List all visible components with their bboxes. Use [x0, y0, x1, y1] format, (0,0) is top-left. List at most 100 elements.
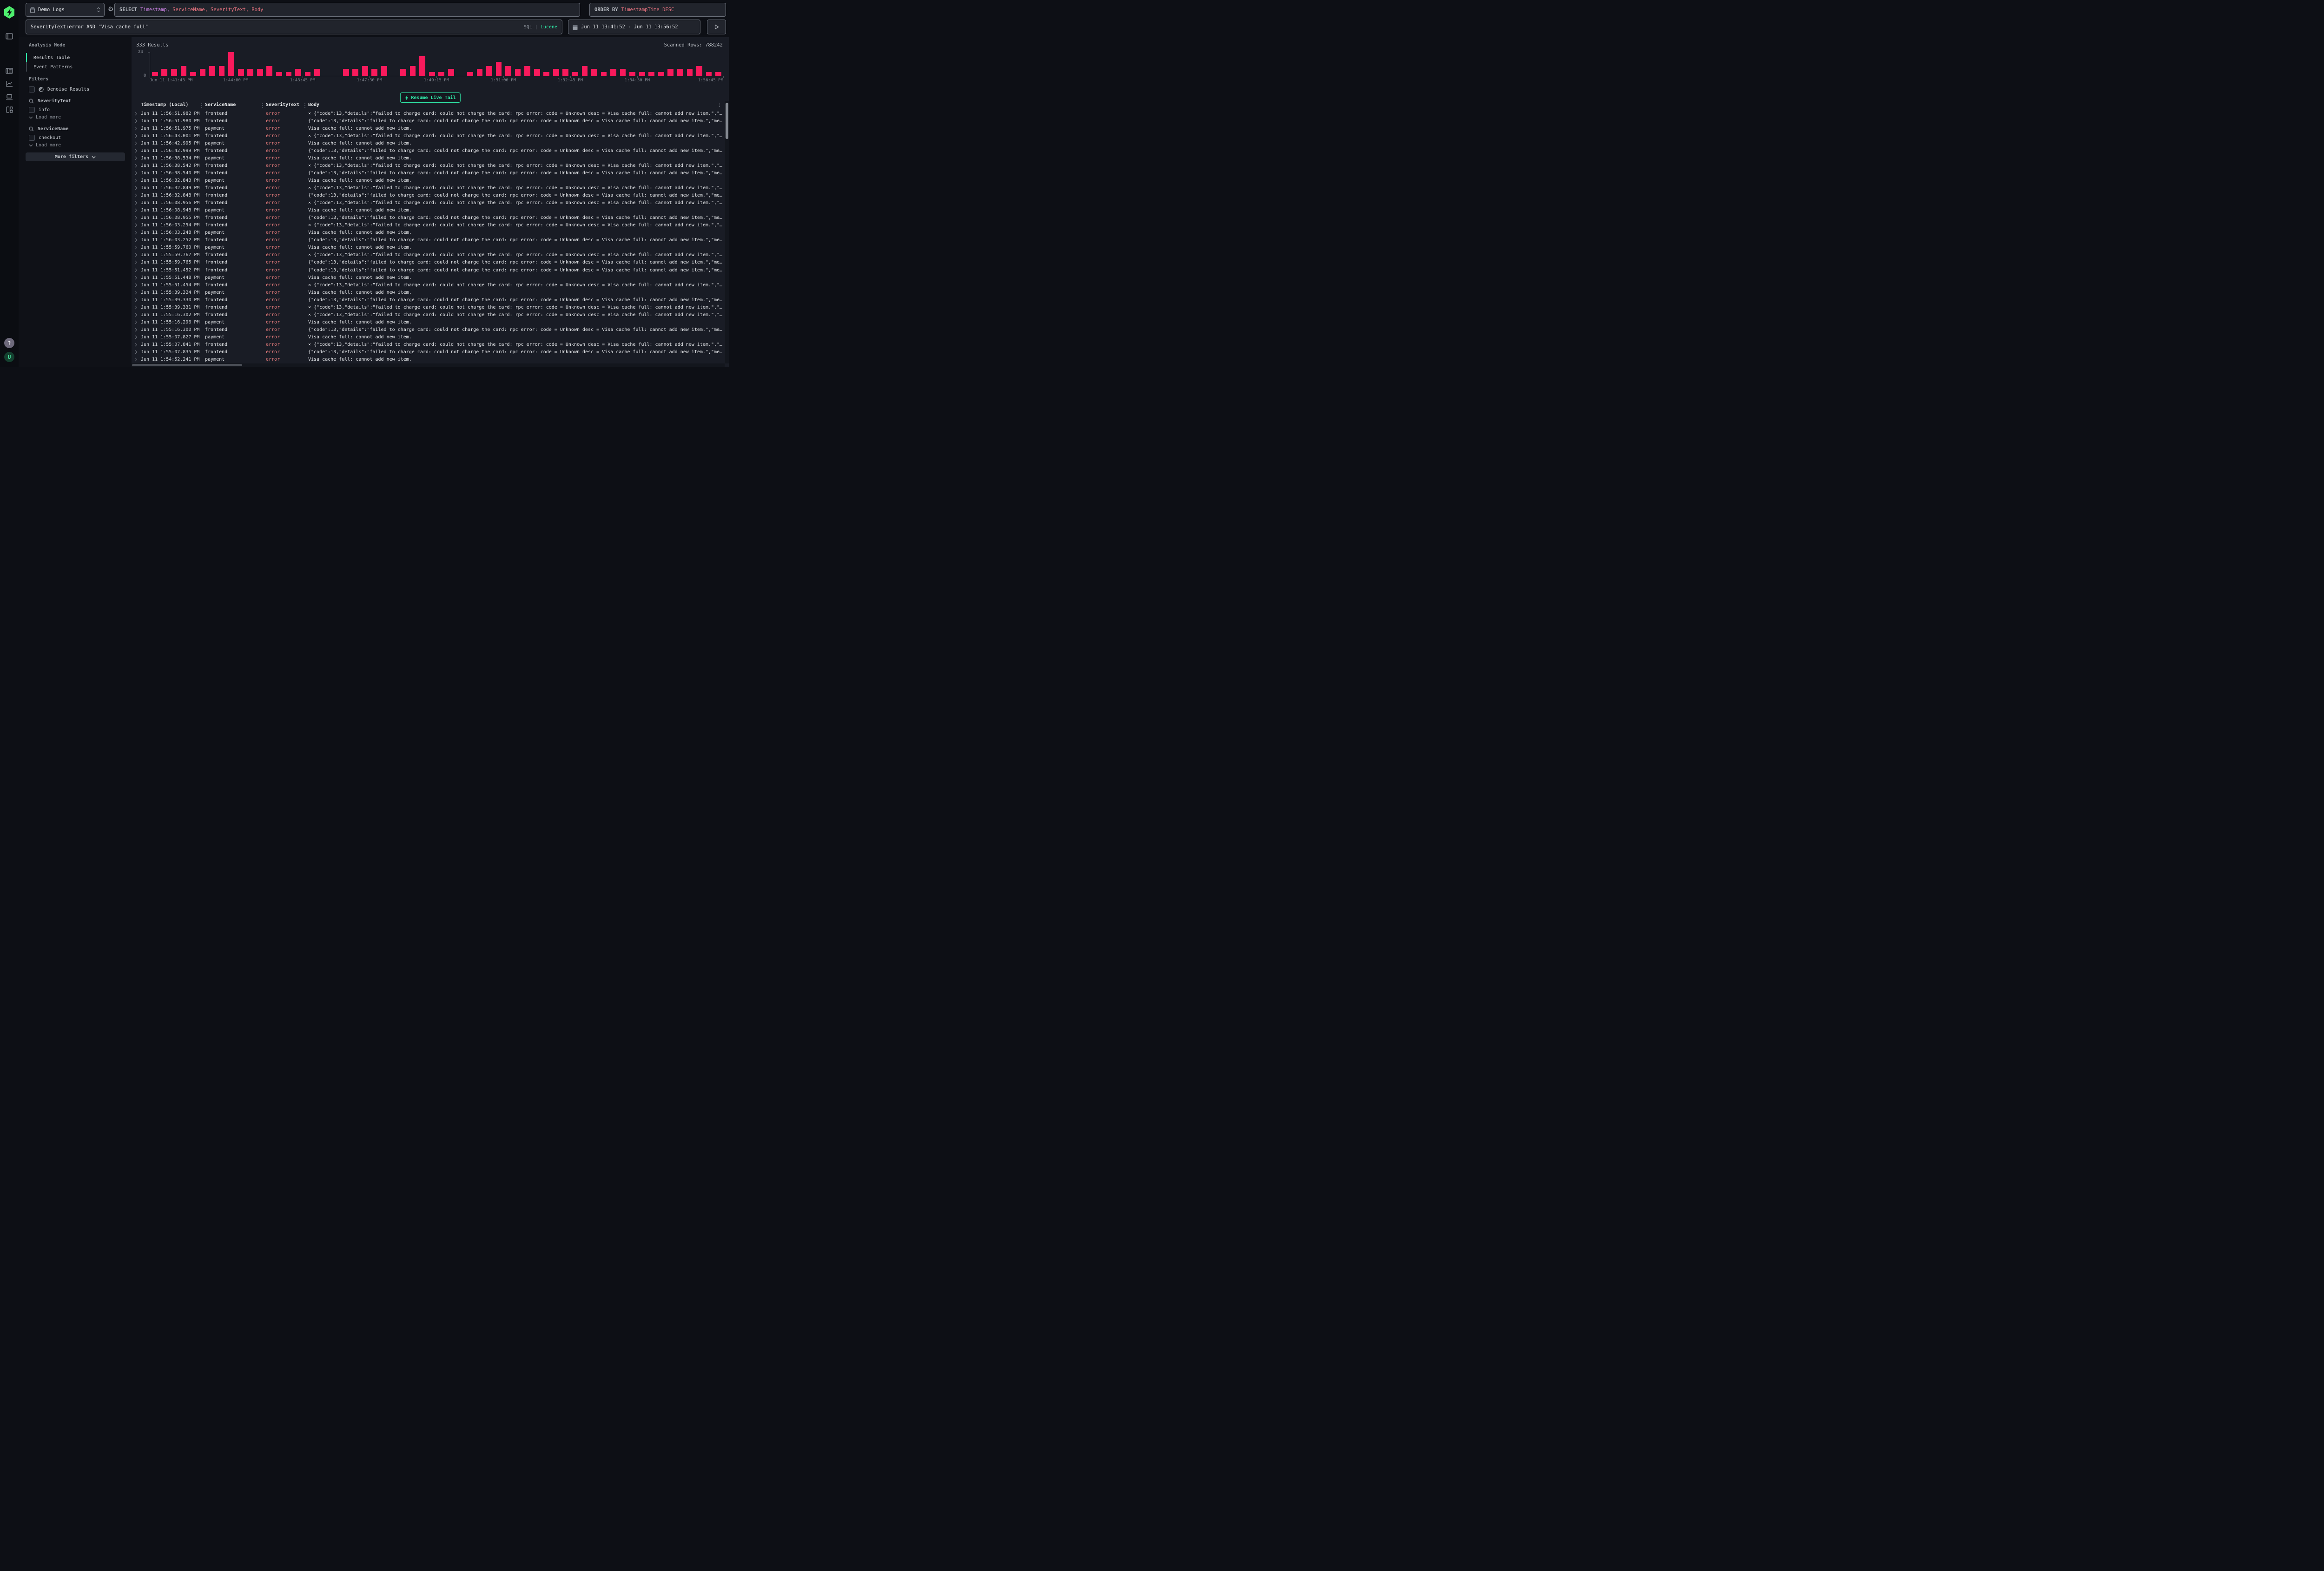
order-by-input[interactable]: ORDER BY TimestampTime DESC [589, 3, 726, 17]
filter-option-checkout[interactable]: checkout [29, 135, 125, 141]
search-input[interactable]: SeverityText:error AND "Visa cache full"… [26, 20, 562, 34]
histogram-bar[interactable] [677, 69, 683, 76]
histogram-bar[interactable] [562, 69, 568, 76]
search-logs-icon[interactable] [6, 67, 13, 74]
dashboards-icon[interactable] [6, 106, 13, 113]
histogram-bar[interactable] [219, 66, 225, 76]
expand-chevron-icon[interactable] [134, 201, 141, 205]
mode-event-patterns[interactable]: Event Patterns [26, 62, 127, 72]
user-avatar[interactable]: U [4, 352, 14, 362]
log-row[interactable]: Jun 11 1:55:39.330 PM frontend error {"c… [132, 296, 725, 304]
app-logo[interactable] [4, 6, 14, 19]
histogram-bar[interactable] [553, 69, 559, 76]
histogram-bar[interactable] [467, 72, 473, 76]
expand-chevron-icon[interactable] [134, 238, 141, 242]
histogram-bar[interactable] [658, 72, 664, 76]
mode-results-table[interactable]: Results Table [26, 53, 127, 62]
histogram-bar[interactable] [524, 66, 530, 76]
expand-chevron-icon[interactable] [134, 134, 141, 138]
log-row[interactable]: Jun 11 1:55:51.448 PM payment error Visa… [132, 274, 725, 281]
histogram-bar[interactable] [496, 62, 502, 76]
more-filters-button[interactable]: More filters [26, 152, 125, 161]
filter-checkbox[interactable] [29, 107, 35, 113]
histogram-bar[interactable] [190, 72, 196, 76]
help-button[interactable]: ? [4, 338, 14, 348]
histogram-bar[interactable] [629, 72, 635, 76]
expand-chevron-icon[interactable] [134, 208, 141, 212]
log-row[interactable]: Jun 11 1:55:07.841 PM frontend error × {… [132, 341, 725, 348]
language-option-sql[interactable]: SQL [524, 25, 532, 30]
log-row[interactable]: Jun 11 1:55:59.767 PM frontend error × {… [132, 251, 725, 259]
language-toggle[interactable]: SQL | Lucene [524, 25, 557, 30]
expand-chevron-icon[interactable] [134, 126, 141, 131]
column-resize-handle[interactable] [304, 103, 305, 108]
expand-chevron-icon[interactable] [134, 290, 141, 295]
log-row[interactable]: Jun 11 1:56:38.534 PM payment error Visa… [132, 154, 725, 162]
log-row[interactable]: Jun 11 1:56:08.948 PM payment error Visa… [132, 207, 725, 214]
histogram-bar[interactable] [161, 69, 167, 76]
chart-explorer-icon[interactable] [6, 80, 13, 87]
histogram-bar[interactable] [534, 69, 540, 76]
histogram-bar[interactable] [696, 66, 702, 76]
table-options-kebab-icon[interactable]: ⋮ [717, 102, 722, 108]
log-row[interactable]: Jun 11 1:56:08.955 PM frontend error {"c… [132, 214, 725, 222]
column-resize-handle[interactable] [201, 103, 202, 108]
log-row[interactable]: Jun 11 1:56:38.542 PM frontend error × {… [132, 162, 725, 169]
log-row[interactable]: Jun 11 1:56:08.956 PM frontend error × {… [132, 199, 725, 207]
histogram-bar[interactable] [419, 56, 425, 76]
log-row[interactable]: Jun 11 1:56:03.252 PM frontend error {"c… [132, 237, 725, 244]
histogram-bar[interactable] [505, 66, 511, 76]
sidebar-toggle-icon[interactable] [6, 33, 13, 40]
vertical-scrollbar-thumb[interactable] [726, 103, 728, 139]
histogram-bar[interactable] [343, 69, 349, 76]
log-row[interactable]: Jun 11 1:55:59.760 PM payment error Visa… [132, 244, 725, 251]
log-row[interactable]: Jun 11 1:55:39.324 PM payment error Visa… [132, 289, 725, 296]
histogram-bar[interactable] [667, 69, 673, 76]
histogram-bar[interactable] [620, 69, 626, 76]
expand-chevron-icon[interactable] [134, 141, 141, 145]
histogram-bar[interactable] [591, 69, 597, 76]
log-row[interactable]: Jun 11 1:56:32.848 PM frontend error {"c… [132, 192, 725, 199]
log-row[interactable]: Jun 11 1:56:42.995 PM payment error Visa… [132, 139, 725, 147]
histogram-bar[interactable] [639, 72, 645, 76]
time-range-picker[interactable]: Jun 11 13:41:52 - Jun 11 13:56:52 [568, 20, 700, 34]
histogram-bar[interactable] [477, 69, 483, 76]
histogram-bar[interactable] [352, 69, 358, 76]
histogram-bar[interactable] [171, 69, 177, 76]
load-more-servicename[interactable]: Load more [29, 143, 125, 148]
histogram-bar[interactable] [429, 72, 435, 76]
histogram-bar[interactable] [362, 66, 368, 76]
histogram-bar[interactable] [247, 69, 253, 76]
expand-chevron-icon[interactable] [134, 186, 141, 190]
histogram-bar[interactable] [572, 72, 578, 76]
expand-chevron-icon[interactable] [134, 343, 141, 347]
histogram-bar[interactable] [314, 69, 320, 76]
expand-chevron-icon[interactable] [134, 245, 141, 250]
histogram-bar[interactable] [381, 66, 387, 76]
expand-chevron-icon[interactable] [134, 216, 141, 220]
histogram-bar[interactable] [286, 72, 292, 76]
horizontal-scrollbar-thumb[interactable] [132, 364, 242, 366]
histogram-bar[interactable] [209, 66, 215, 76]
expand-chevron-icon[interactable] [134, 253, 141, 257]
histogram-bar[interactable] [687, 69, 693, 76]
log-row[interactable]: Jun 11 1:56:32.849 PM frontend error × {… [132, 184, 725, 191]
denoise-checkbox[interactable] [29, 86, 35, 92]
column-header-timestamp[interactable]: Timestamp (Local) [141, 102, 188, 107]
log-row[interactable]: Jun 11 1:55:39.331 PM frontend error × {… [132, 304, 725, 311]
log-row[interactable]: Jun 11 1:56:03.254 PM frontend error × {… [132, 222, 725, 229]
column-resize-handle[interactable] [262, 103, 263, 108]
search-icon[interactable] [29, 99, 34, 104]
vertical-scrollbar[interactable] [725, 101, 729, 363]
log-row[interactable]: Jun 11 1:55:51.452 PM frontend error {"c… [132, 266, 725, 274]
expand-chevron-icon[interactable] [134, 231, 141, 235]
histogram-bar[interactable] [238, 69, 244, 76]
expand-chevron-icon[interactable] [134, 171, 141, 175]
histogram-bar[interactable] [648, 72, 654, 76]
log-row[interactable]: Jun 11 1:55:07.827 PM payment error Visa… [132, 333, 725, 341]
histogram-bar[interactable] [181, 66, 187, 76]
log-row[interactable]: Jun 11 1:56:51.982 PM frontend error × {… [132, 110, 725, 117]
source-select[interactable]: Demo Logs [26, 3, 105, 17]
histogram-bar[interactable] [543, 72, 549, 76]
expand-chevron-icon[interactable] [134, 283, 141, 287]
